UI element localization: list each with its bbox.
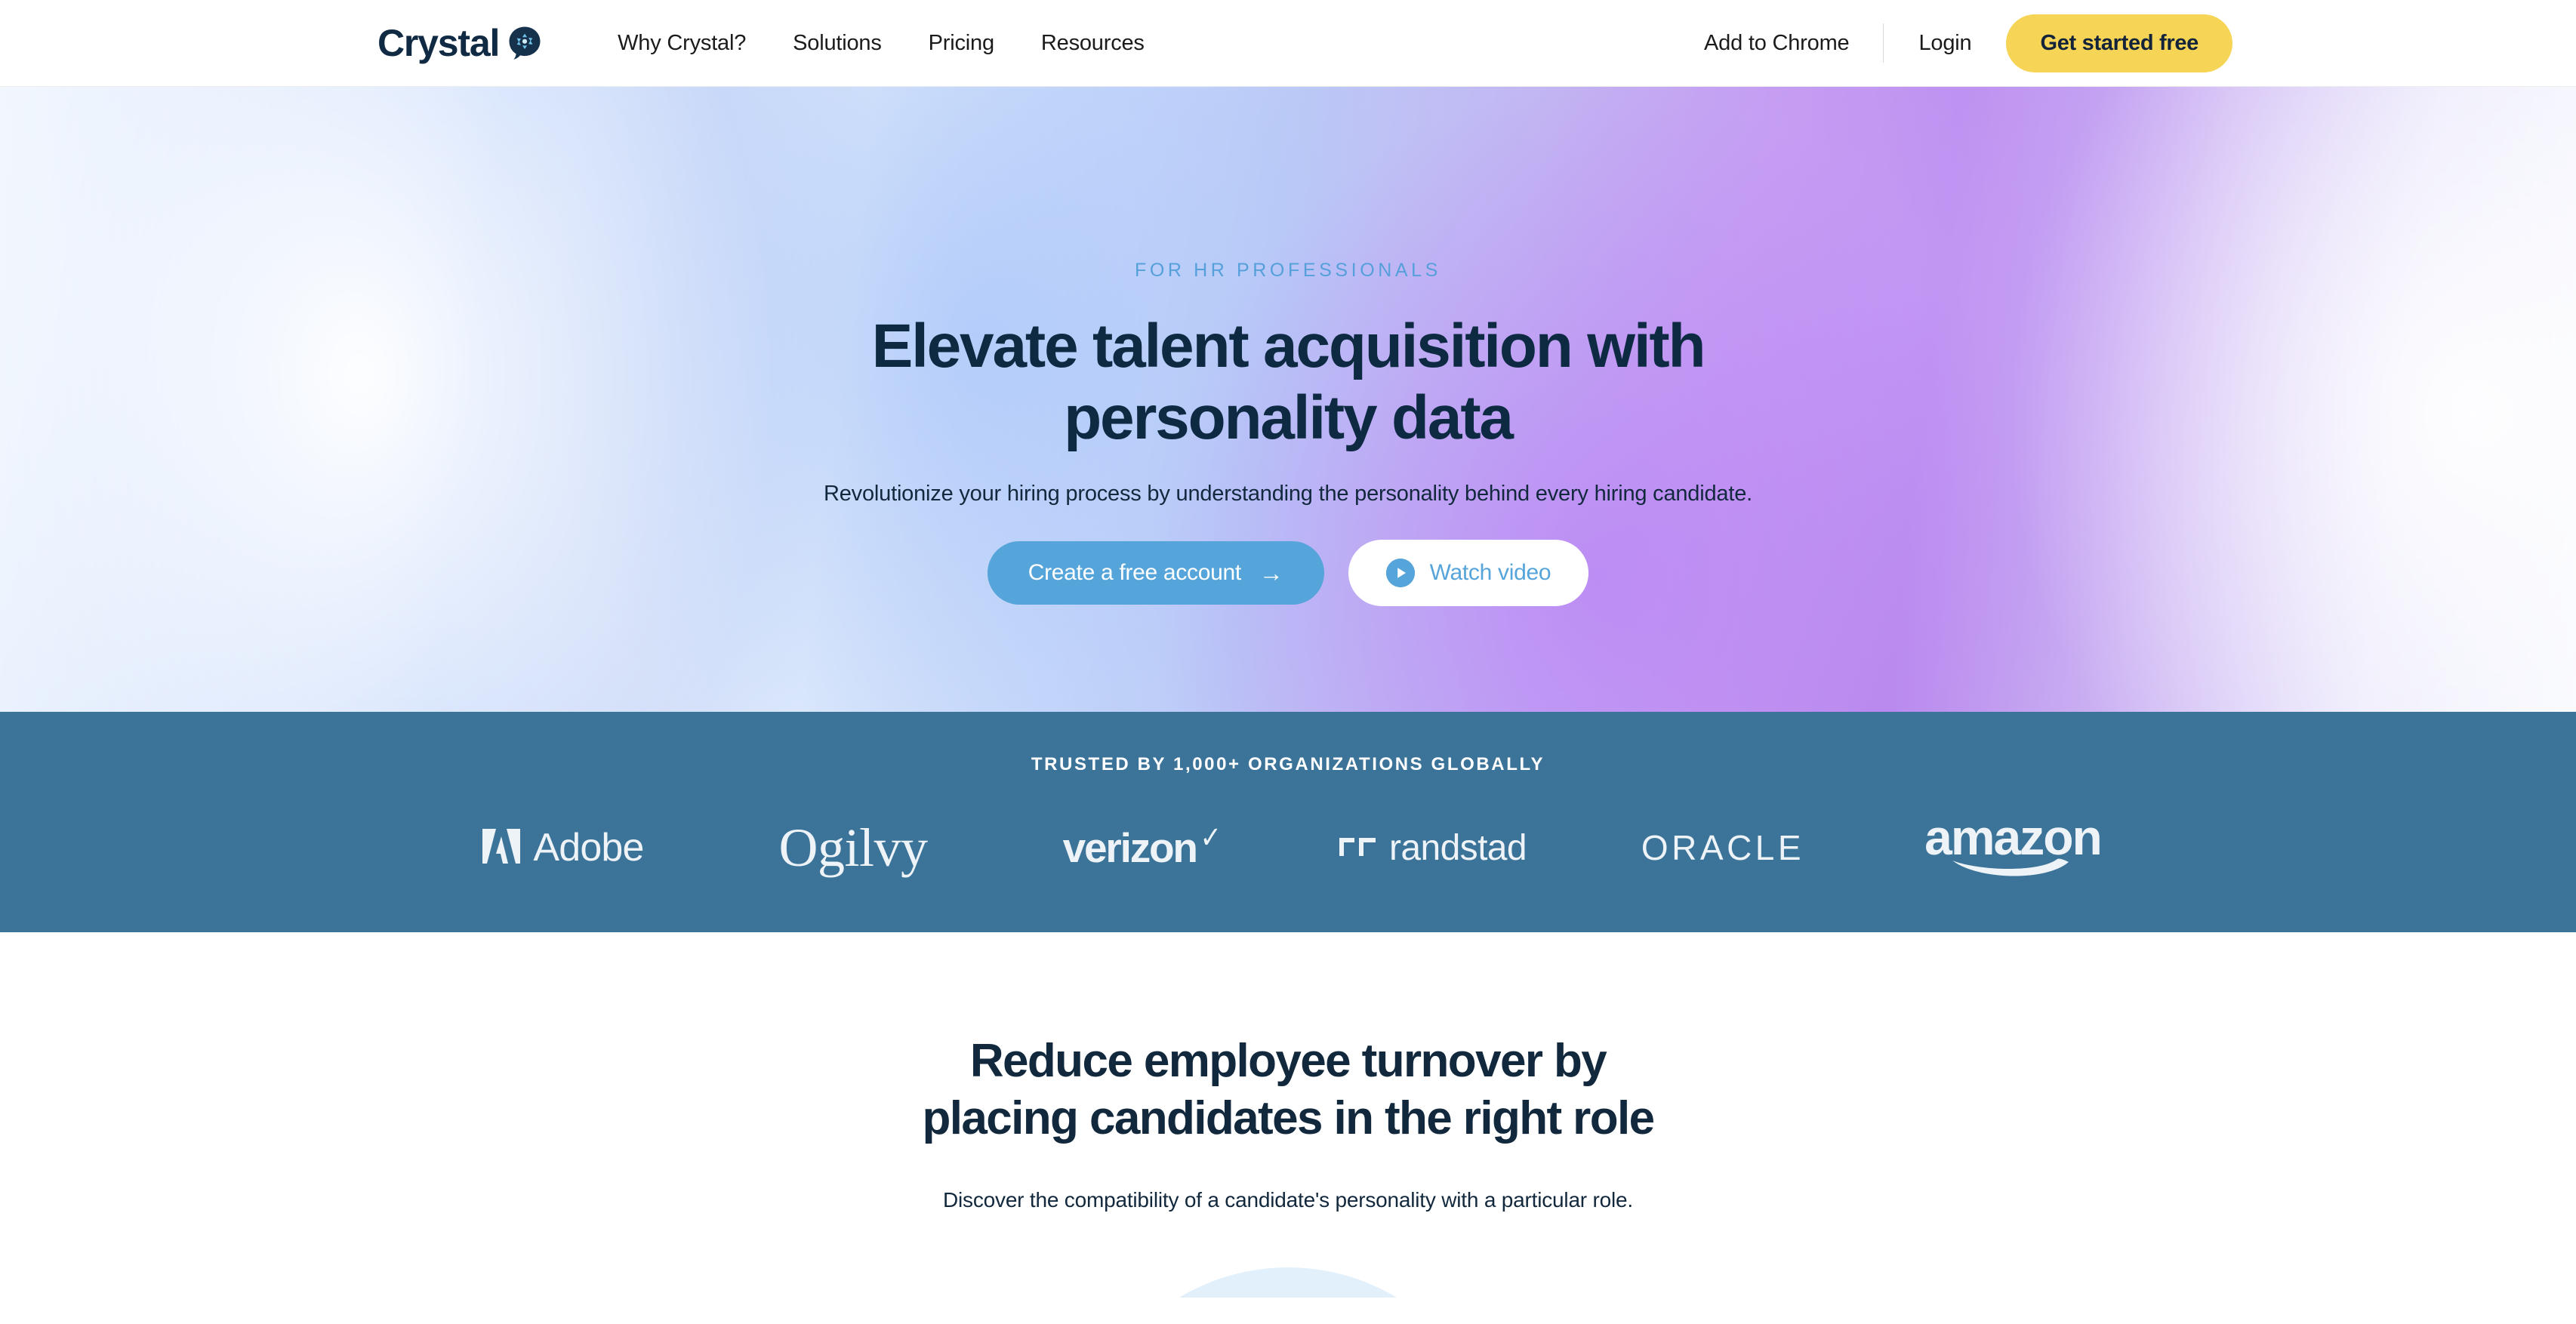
customer-logo-row: Adobe Ogilvy verizon ✓ randstad ORACLE a… xyxy=(0,808,2576,884)
primary-nav-links: Why Crystal? Solutions Pricing Resources xyxy=(618,31,1145,56)
create-free-account-label: Create a free account xyxy=(1028,560,1242,586)
logo-item-oracle: ORACLE xyxy=(1578,813,1868,882)
section2-headline: Reduce employee turnover by placing cand… xyxy=(0,1033,2576,1147)
nav-left-group: Crystal Why Crystal? Solutions Pricing R… xyxy=(377,24,1145,62)
logo-item-verizon: verizon ✓ xyxy=(998,813,1288,882)
nav-item-pricing[interactable]: Pricing xyxy=(929,31,994,56)
logo-item-ogilvy: Ogilvy xyxy=(708,813,998,882)
crystal-logo-link[interactable]: Crystal xyxy=(377,24,542,62)
trusted-by-band: TRUSTED BY 1,000+ ORGANIZATIONS GLOBALLY… xyxy=(0,712,2576,932)
hero-headline-line-1: Elevate talent acquisition with xyxy=(871,312,1706,380)
ogilvy-wordmark: Ogilvy xyxy=(778,817,928,878)
hero-subtitle: Revolutionize your hiring process by und… xyxy=(824,482,1752,507)
watch-video-label: Watch video xyxy=(1429,560,1551,586)
get-started-free-button[interactable]: Get started free xyxy=(2006,14,2232,72)
logo-item-randstad: randstad xyxy=(1288,813,1578,882)
adobe-wordmark: Adobe xyxy=(533,826,644,870)
amazon-smile-icon xyxy=(1924,858,2101,884)
hero-eyebrow: FOR HR PROFESSIONALS xyxy=(1135,260,1441,281)
top-navigation-bar: Crystal Why Crystal? Solutions Pricing R… xyxy=(0,0,2576,87)
add-to-chrome-link[interactable]: Add to Chrome xyxy=(1704,31,1883,56)
login-link[interactable]: Login xyxy=(1884,31,2006,56)
nav-item-solutions[interactable]: Solutions xyxy=(793,31,882,56)
randstad-wordmark: randstad xyxy=(1389,827,1527,868)
verizon-check-icon: ✓ xyxy=(1200,821,1222,854)
crystal-bubble-logo-icon xyxy=(507,26,542,60)
hero-headline: Elevate talent acquisition with personal… xyxy=(684,310,1892,454)
oracle-wordmark: ORACLE xyxy=(1641,828,1805,867)
section2-headline-line-1: Reduce employee turnover by xyxy=(969,1035,1607,1087)
trusted-by-label: TRUSTED BY 1,000+ ORGANIZATIONS GLOBALLY xyxy=(1031,754,1545,774)
section2-subtitle: Discover the compatibility of a candidat… xyxy=(943,1188,1633,1212)
logo-item-amazon: amazon xyxy=(1868,808,2158,884)
adobe-a-icon xyxy=(482,828,521,867)
hero-content: FOR HR PROFESSIONALS Elevate talent acqu… xyxy=(0,87,2576,607)
logo-item-adobe: Adobe xyxy=(418,813,708,882)
reduce-turnover-section: Reduce employee turnover by placing cand… xyxy=(0,932,2576,1298)
nav-right-group: Add to Chrome Login Get started free xyxy=(1704,14,2232,72)
randstad-mark-icon xyxy=(1339,836,1376,860)
arrow-right-icon: → xyxy=(1259,559,1283,587)
play-circle-icon xyxy=(1385,559,1415,588)
nav-item-resources[interactable]: Resources xyxy=(1041,31,1145,56)
decorative-blue-blob xyxy=(1077,1267,1499,1298)
watch-video-button[interactable]: Watch video xyxy=(1348,540,1589,607)
hero-headline-line-2: personality data xyxy=(1064,383,1514,453)
verizon-wordmark: verizon xyxy=(1062,824,1198,871)
hero-section: FOR HR PROFESSIONALS Elevate talent acqu… xyxy=(0,87,2576,712)
hero-cta-group: Create a free account → Watch video xyxy=(0,540,2576,607)
section2-headline-line-2: placing candidates in the right role xyxy=(922,1092,1655,1144)
nav-item-why-crystal[interactable]: Why Crystal? xyxy=(618,31,746,56)
brand-wordmark: Crystal xyxy=(377,22,500,64)
amazon-wordmark: amazon xyxy=(1924,808,2103,865)
create-free-account-button[interactable]: Create a free account → xyxy=(987,541,1324,605)
